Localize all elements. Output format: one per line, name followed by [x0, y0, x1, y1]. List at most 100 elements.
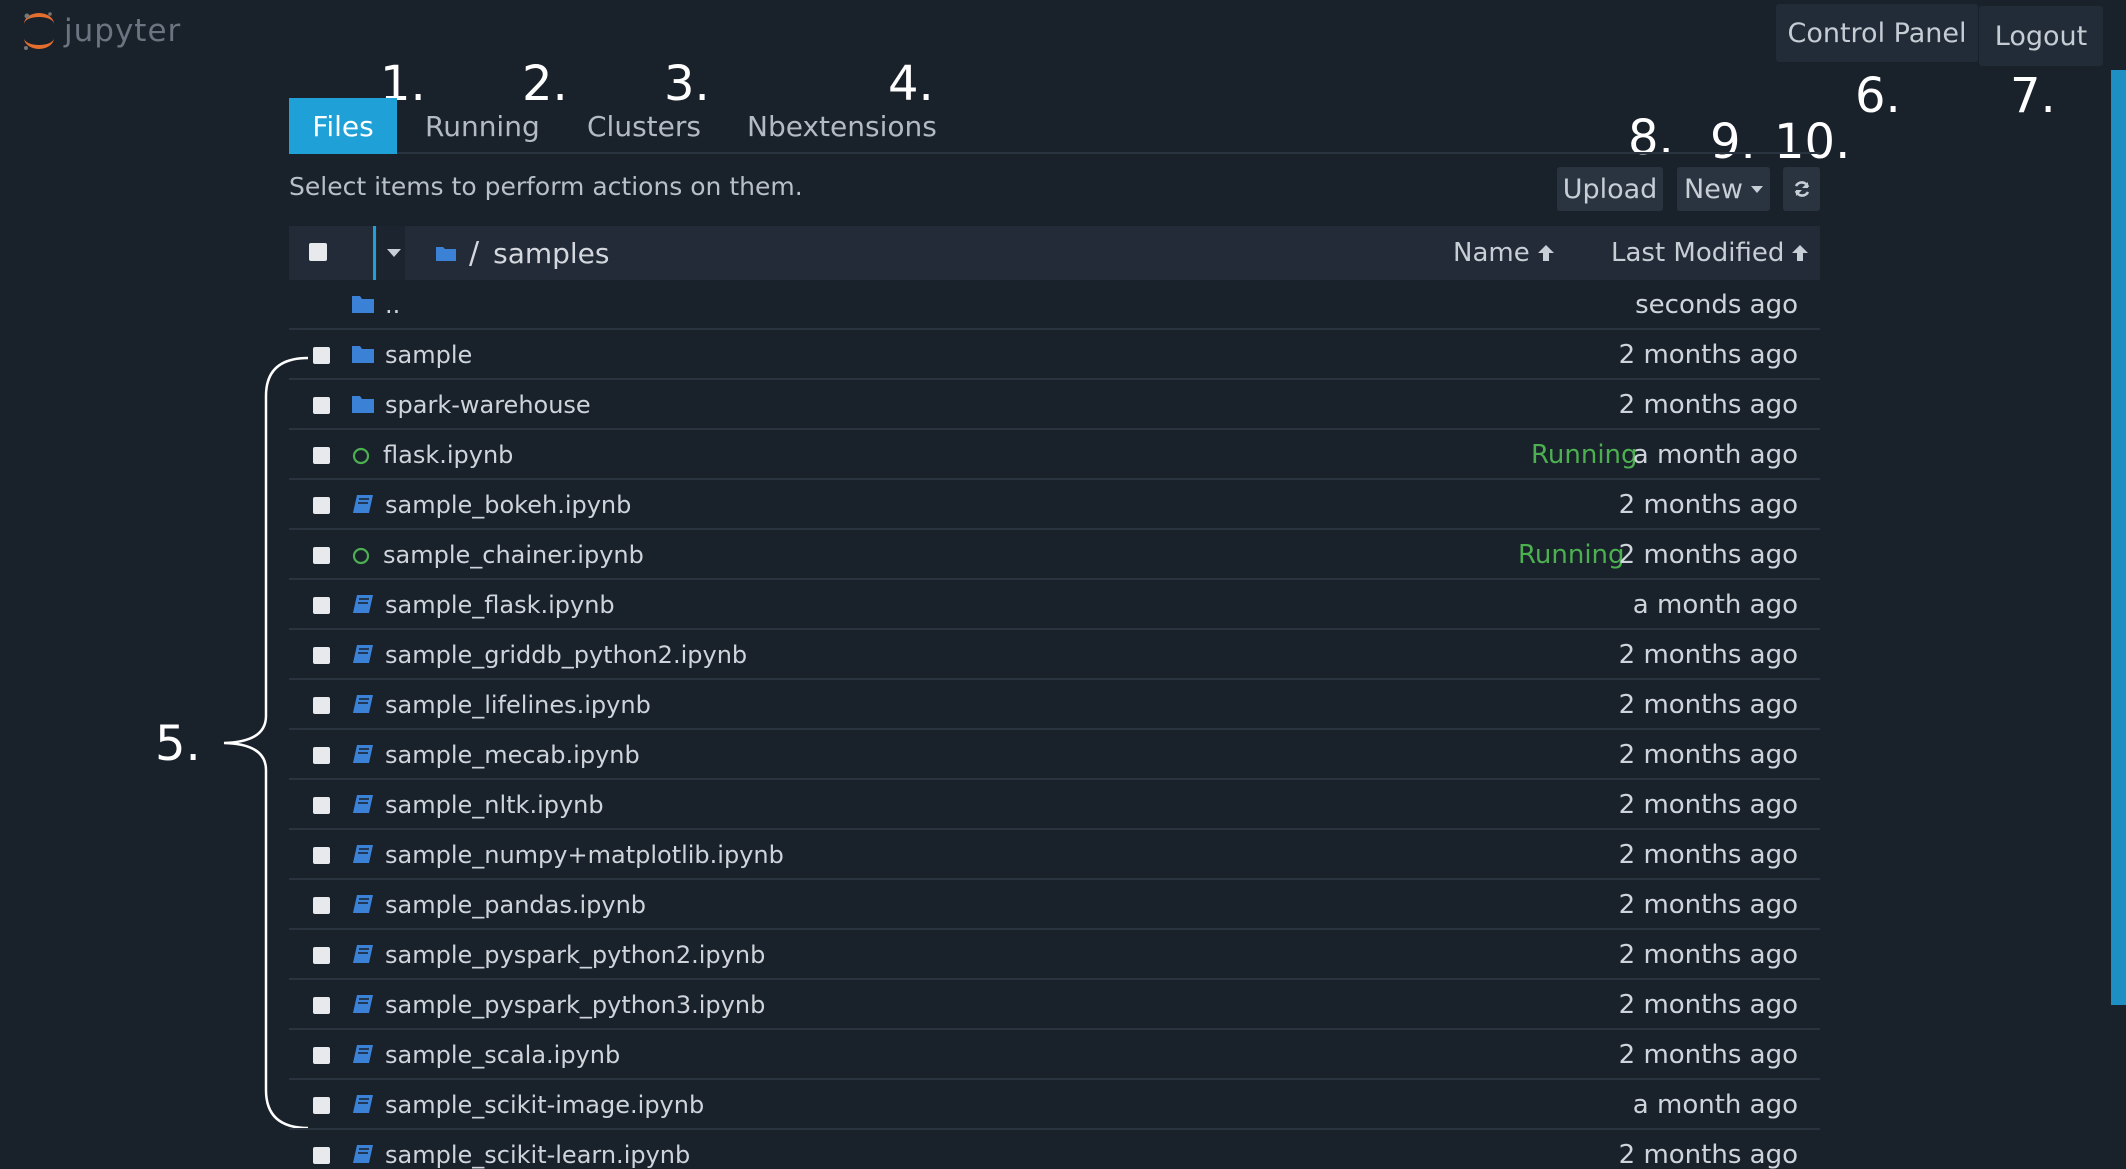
file-name-link[interactable]: sample_scikit-learn.ipynb: [385, 1130, 690, 1169]
row-checkbox[interactable]: [313, 697, 330, 714]
row-checkbox[interactable]: [313, 447, 330, 464]
tab-files[interactable]: Files: [289, 98, 397, 154]
last-modified-time: a month ago: [1632, 1090, 1798, 1120]
file-name-link[interactable]: sample_pandas.ipynb: [385, 880, 646, 930]
last-modified-time: 2 months ago: [1618, 890, 1798, 920]
last-modified-time: 2 months ago: [1618, 490, 1798, 520]
file-name-link[interactable]: sample_scikit-image.ipynb: [385, 1080, 704, 1130]
folder-icon: [352, 346, 374, 363]
annotation-6: 6.: [1855, 68, 1901, 124]
file-name-link[interactable]: sample_flask.ipynb: [385, 580, 615, 630]
notebook-icon: [353, 845, 373, 863]
row-checkbox[interactable]: [313, 597, 330, 614]
scrollbar-thumb[interactable]: [2111, 70, 2126, 1005]
file-name-link[interactable]: sample: [385, 330, 472, 380]
row-checkbox[interactable]: [313, 947, 330, 964]
row-checkbox[interactable]: [313, 397, 330, 414]
file-name-link[interactable]: sample_numpy+matplotlib.ipynb: [385, 830, 784, 880]
row-checkbox[interactable]: [313, 497, 330, 514]
file-name-link[interactable]: flask.ipynb: [383, 430, 513, 480]
file-row[interactable]: sample_nltk.ipynb 2 months ago: [289, 780, 1820, 830]
last-modified-column-label: Last Modified: [1611, 238, 1785, 268]
header-divider: [373, 226, 376, 280]
new-button-label: New: [1684, 173, 1743, 205]
control-panel-button[interactable]: Control Panel: [1776, 4, 1978, 62]
file-row[interactable]: sample_griddb_python2.ipynb 2 months ago: [289, 630, 1820, 680]
file-row[interactable]: sample_scala.ipynb 2 months ago: [289, 1030, 1820, 1080]
file-name-link[interactable]: sample_lifelines.ipynb: [385, 680, 651, 730]
last-modified-time: a month ago: [1632, 440, 1798, 470]
tab-clusters[interactable]: Clusters: [587, 98, 701, 154]
running-notebook-icon: [352, 447, 370, 465]
breadcrumb-dir[interactable]: samples: [493, 237, 609, 270]
notebook-icon: [353, 1045, 373, 1063]
row-checkbox[interactable]: [313, 1097, 330, 1114]
row-checkbox[interactable]: [313, 897, 330, 914]
logout-button[interactable]: Logout: [1979, 6, 2103, 66]
tab-running[interactable]: Running: [425, 98, 540, 154]
folder-icon: [352, 296, 374, 313]
file-row[interactable]: flask.ipynb Running a month ago: [289, 430, 1820, 480]
refresh-icon: [1794, 181, 1809, 197]
select-all-checkbox[interactable]: [309, 243, 327, 261]
row-checkbox[interactable]: [313, 1047, 330, 1064]
upload-button[interactable]: Upload: [1557, 167, 1663, 211]
file-name-link[interactable]: spark-warehouse: [385, 380, 591, 430]
sort-by-last-modified[interactable]: Last Modified: [1611, 226, 1810, 280]
file-row[interactable]: sample_numpy+matplotlib.ipynb 2 months ag…: [289, 830, 1820, 880]
file-name-link[interactable]: sample_pyspark_python3.ipynb: [385, 980, 765, 1030]
file-row[interactable]: sample_scikit-learn.ipynb 2 months ago: [289, 1130, 1820, 1169]
file-name-link[interactable]: sample_bokeh.ipynb: [385, 480, 631, 530]
refresh-button[interactable]: [1783, 167, 1820, 211]
file-row[interactable]: spark-warehouse 2 months ago: [289, 380, 1820, 430]
running-status: Running: [1531, 440, 1638, 470]
file-row[interactable]: sample_pandas.ipynb 2 months ago: [289, 880, 1820, 930]
row-checkbox[interactable]: [313, 1147, 330, 1164]
file-row[interactable]: sample_mecab.ipynb 2 months ago: [289, 730, 1820, 780]
file-name-link[interactable]: sample_mecab.ipynb: [385, 730, 640, 780]
row-checkbox[interactable]: [313, 797, 330, 814]
row-checkbox[interactable]: [313, 747, 330, 764]
breadcrumb-separator: /: [469, 235, 480, 271]
file-row[interactable]: sample 2 months ago: [289, 330, 1820, 380]
parent-dir-row[interactable]: .. seconds ago: [289, 280, 1820, 330]
file-row[interactable]: sample_pyspark_python3.ipynb 2 months ago: [289, 980, 1820, 1030]
last-modified-time: 2 months ago: [1618, 340, 1798, 370]
row-checkbox[interactable]: [313, 547, 330, 564]
row-checkbox[interactable]: [313, 997, 330, 1014]
file-name-link[interactable]: sample_griddb_python2.ipynb: [385, 630, 747, 680]
tab-bar: Files Running Clusters Nbextensions: [289, 98, 1820, 154]
arrow-up-icon: [1792, 245, 1809, 261]
file-row[interactable]: sample_lifelines.ipynb 2 months ago: [289, 680, 1820, 730]
jupyter-logo[interactable]: jupyter: [20, 6, 181, 56]
notebook-icon: [353, 945, 373, 963]
file-row[interactable]: sample_scikit-image.ipynb a month ago: [289, 1080, 1820, 1130]
notebook-icon: [353, 645, 373, 663]
last-modified-time: seconds ago: [1635, 290, 1798, 320]
folder-icon[interactable]: [435, 244, 457, 262]
file-row[interactable]: sample_bokeh.ipynb 2 months ago: [289, 480, 1820, 530]
file-name-link[interactable]: ..: [385, 280, 400, 330]
file-row[interactable]: sample_chainer.ipynb Running 2 months ago: [289, 530, 1820, 580]
file-name-link[interactable]: sample_nltk.ipynb: [385, 780, 604, 830]
selection-hint: Select items to perform actions on them.: [289, 172, 803, 201]
tab-nbextensions[interactable]: Nbextensions: [747, 98, 937, 154]
row-checkbox[interactable]: [313, 647, 330, 664]
row-checkbox[interactable]: [313, 847, 330, 864]
last-modified-time: 2 months ago: [1618, 640, 1798, 670]
file-row[interactable]: sample_flask.ipynb a month ago: [289, 580, 1820, 630]
file-name-link[interactable]: sample_scala.ipynb: [385, 1030, 620, 1080]
new-button[interactable]: New: [1677, 167, 1770, 211]
file-row[interactable]: sample_pyspark_python2.ipynb 2 months ago: [289, 930, 1820, 980]
name-column-label: Name: [1453, 238, 1530, 268]
notebook-icon: [353, 745, 373, 763]
breadcrumb: / samples: [435, 226, 610, 280]
file-name-link[interactable]: sample_chainer.ipynb: [383, 530, 644, 580]
file-name-link[interactable]: sample_pyspark_python2.ipynb: [385, 930, 765, 980]
row-checkbox[interactable]: [313, 347, 330, 364]
last-modified-time: 2 months ago: [1618, 740, 1798, 770]
jupyter-logo-icon: [24, 12, 54, 50]
sort-by-name[interactable]: Name: [1453, 226, 1556, 280]
arrow-up-icon: [1537, 245, 1554, 261]
last-modified-time: 2 months ago: [1618, 1140, 1798, 1169]
